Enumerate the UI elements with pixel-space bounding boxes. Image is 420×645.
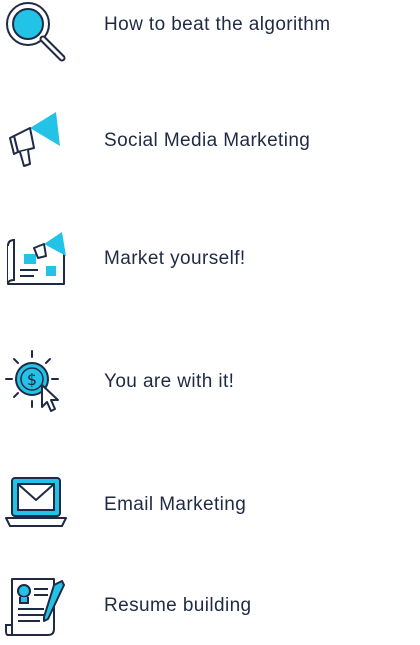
list-item-label: You are with it!: [104, 371, 235, 392]
megaphone-icon: [4, 108, 68, 172]
list-item-algorithm[interactable]: How to beat the algorithm: [0, 0, 420, 72]
email-laptop-icon: [4, 472, 68, 536]
list-item-social-media[interactable]: Social Media Marketing: [0, 100, 420, 180]
list-item-with-it[interactable]: $ You are with it!: [0, 341, 420, 421]
list-item-label: Resume building: [104, 595, 252, 616]
resume-document-icon: [4, 573, 68, 637]
list-item-label: Social Media Marketing: [104, 130, 311, 151]
list-item-label: Market yourself!: [104, 248, 246, 269]
list-item-email-marketing[interactable]: Email Marketing: [0, 464, 420, 544]
list-item-resume[interactable]: Resume building: [0, 565, 420, 645]
magnifier-icon: [4, 0, 68, 64]
svg-text:$: $: [27, 370, 37, 389]
list-item-label: How to beat the algorithm: [104, 14, 331, 35]
blueprint-icon: [4, 226, 68, 290]
list-item-market-yourself[interactable]: Market yourself!: [0, 218, 420, 298]
dollar-cursor-icon: $: [4, 349, 68, 413]
list-item-label: Email Marketing: [104, 494, 247, 515]
